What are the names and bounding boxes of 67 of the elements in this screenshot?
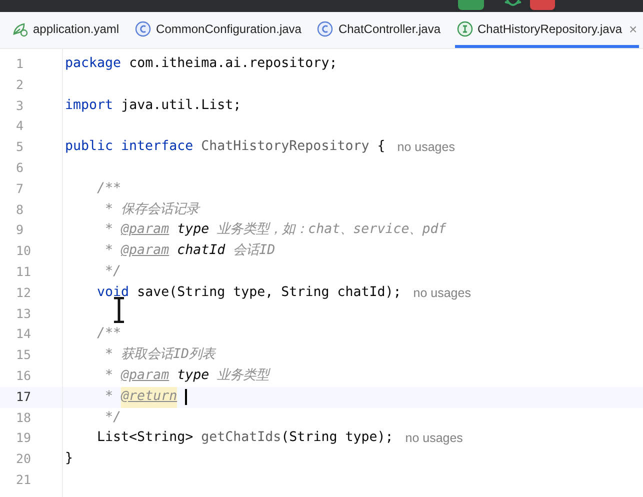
identifier: ChatHistoryRepository bbox=[201, 138, 370, 156]
file-tab[interactable]: CommonConfiguration.java bbox=[133, 12, 304, 48]
text-caret bbox=[185, 389, 188, 406]
doc-tag: @param bbox=[121, 241, 170, 262]
line-number: 9 bbox=[15, 221, 25, 240]
line-number: 21 bbox=[15, 470, 32, 489]
comment-text: * bbox=[105, 242, 114, 260]
line-number: 7 bbox=[15, 180, 25, 198]
line-number: 1 bbox=[15, 55, 25, 73]
line-number: 20 bbox=[15, 450, 32, 468]
comment-text: 业务类型 bbox=[217, 366, 270, 385]
comment-text: * bbox=[105, 221, 114, 240]
leaf-icon bbox=[12, 20, 28, 36]
comment-text: 业务类型，如：chat、service、pdf bbox=[217, 221, 446, 240]
comment-text: * 获取会话ID列表 bbox=[105, 346, 216, 364]
code-text: List<String> bbox=[97, 429, 194, 448]
code-text: (String type); bbox=[281, 429, 394, 448]
code-text: save(String type, String chatId); bbox=[137, 284, 402, 302]
file-tab[interactable]: application.yaml bbox=[10, 12, 122, 48]
usage-hint: no usages bbox=[405, 430, 463, 448]
usage-hint: no usages bbox=[413, 284, 471, 302]
line-number: 12 bbox=[15, 284, 32, 302]
param-name: chatId bbox=[177, 242, 226, 260]
interface-icon bbox=[456, 20, 473, 36]
comment-text: */ bbox=[105, 408, 122, 427]
line-number: 5 bbox=[15, 138, 25, 156]
param-name: type bbox=[177, 366, 210, 385]
file-tab[interactable]: ChatController.java bbox=[315, 12, 443, 48]
class-icon bbox=[317, 20, 334, 36]
code-text: { bbox=[377, 138, 386, 156]
line-number: 2 bbox=[15, 76, 25, 94]
doc-tag: @param bbox=[121, 366, 170, 387]
comment-text: 会话ID bbox=[233, 242, 276, 260]
doc-tag: @return bbox=[121, 386, 178, 408]
text-cursor-icon bbox=[113, 297, 125, 323]
usage-hint: no usages bbox=[397, 139, 455, 156]
line-number: 8 bbox=[15, 200, 25, 219]
comment-text: * 保存会话记录 bbox=[105, 200, 200, 219]
doc-tag: @param bbox=[121, 220, 170, 242]
comment-text: * bbox=[105, 366, 114, 385]
code-text: com.itheima.ai.repository; bbox=[129, 55, 338, 73]
line-number: 4 bbox=[15, 117, 25, 136]
identifier: getChatIds bbox=[201, 429, 282, 448]
file-tab[interactable]: ChatHistoryRepository.java × bbox=[454, 12, 640, 48]
line-number: 13 bbox=[15, 304, 32, 323]
line-number: 17 bbox=[0, 386, 62, 408]
line-number: 6 bbox=[15, 158, 25, 177]
line-number: 15 bbox=[15, 346, 32, 364]
class-icon bbox=[135, 20, 152, 36]
comment-text: /** bbox=[97, 325, 122, 344]
keyword: import bbox=[65, 96, 114, 115]
keyword: void bbox=[97, 284, 130, 302]
comment-text: */ bbox=[105, 262, 122, 281]
comment-text: * bbox=[105, 388, 114, 406]
line-number: 19 bbox=[15, 429, 32, 448]
comment-text: /** bbox=[97, 180, 122, 198]
line-number: 10 bbox=[15, 242, 32, 260]
line-number: 18 bbox=[15, 408, 32, 427]
line-number: 3 bbox=[15, 96, 25, 115]
line-number: 16 bbox=[15, 366, 32, 385]
code-text: } bbox=[65, 450, 74, 468]
keyword: public interface bbox=[65, 138, 194, 156]
line-number: 11 bbox=[15, 262, 32, 281]
code-text: java.util.List; bbox=[121, 96, 242, 115]
line-number: 14 bbox=[15, 325, 32, 344]
keyword: package bbox=[65, 55, 122, 73]
param-name: type bbox=[177, 221, 210, 240]
